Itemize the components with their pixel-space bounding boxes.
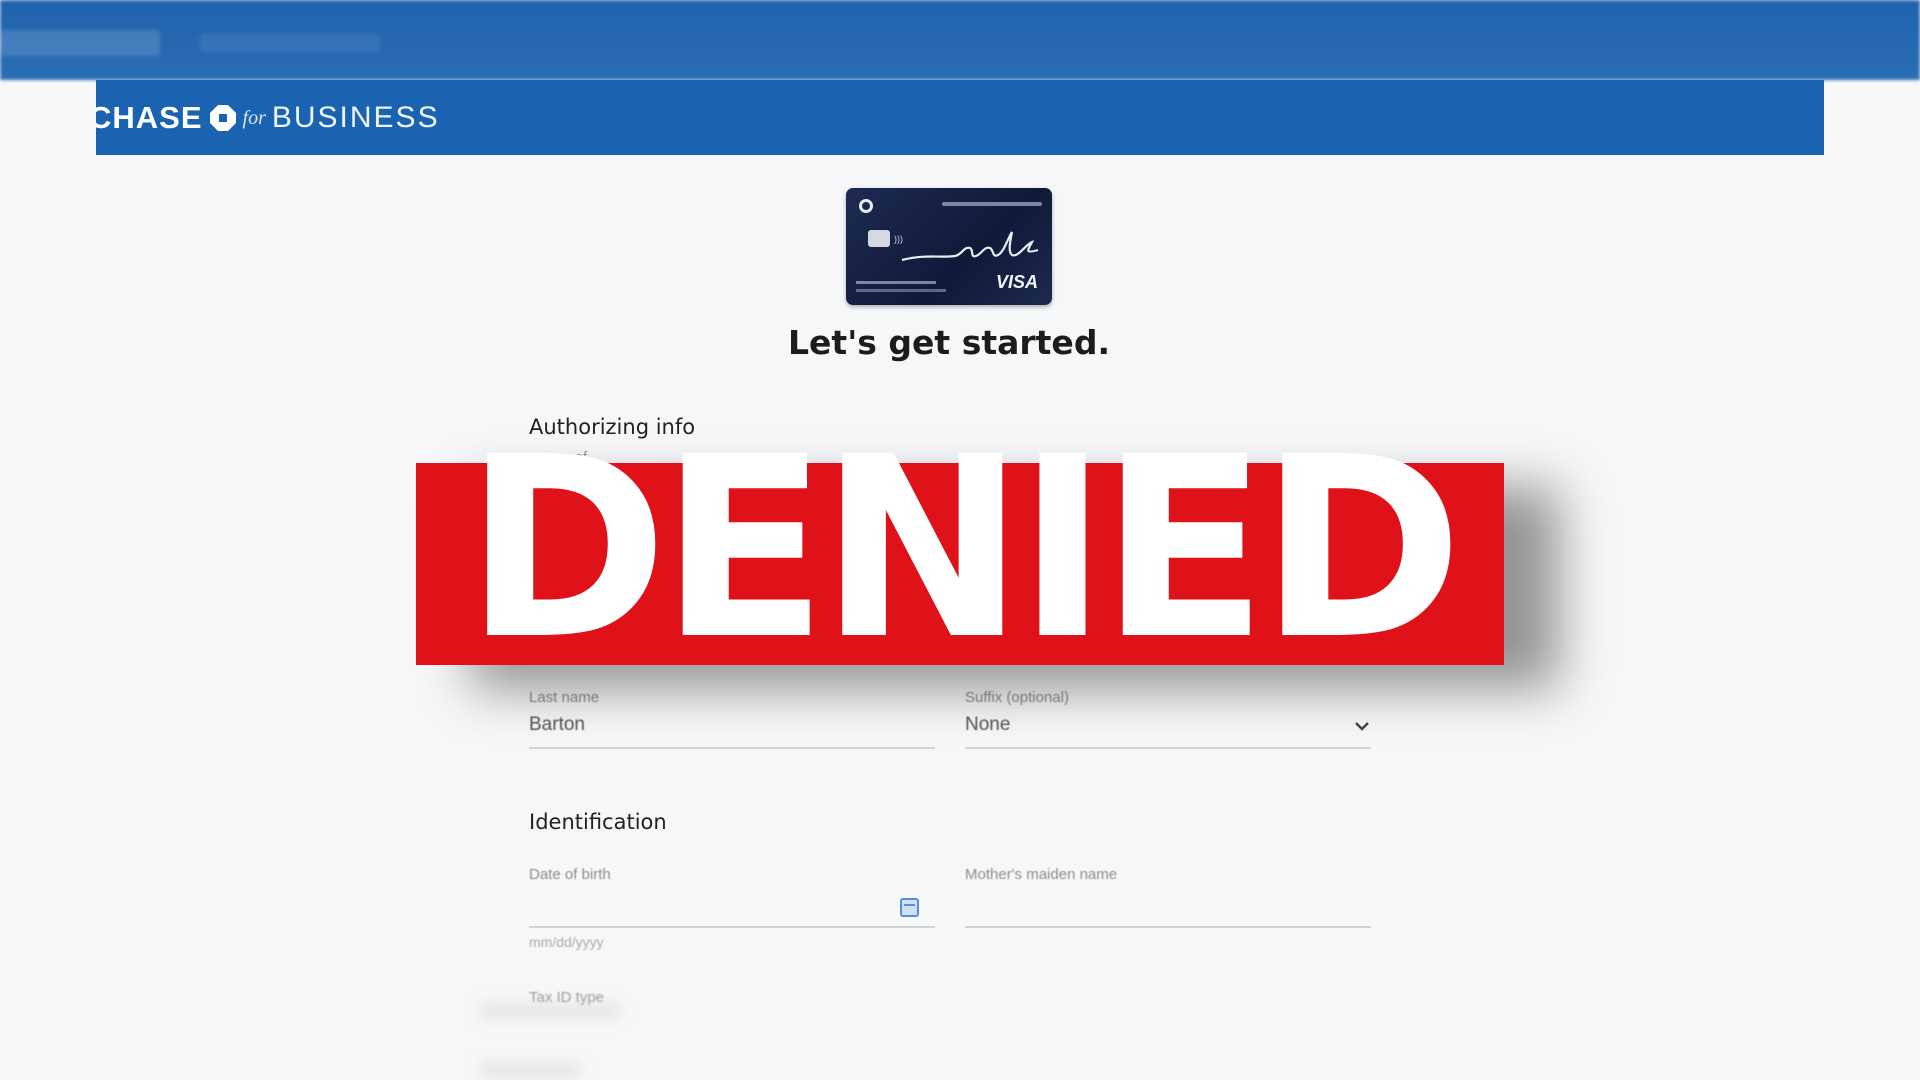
mothers-maiden-name-input[interactable]: [965, 926, 1371, 928]
blurred-field: [480, 1003, 620, 1019]
calendar-icon[interactable]: [900, 898, 919, 917]
date-of-birth-input[interactable]: [529, 926, 935, 928]
ink-script-icon: [901, 231, 1039, 262]
card-chip-icon: [868, 230, 890, 247]
date-of-birth-placeholder: mm/dd/yyyy: [529, 934, 604, 950]
browser-toolbar: [0, 0, 1920, 80]
chase-octagon-icon: [209, 105, 236, 131]
card-product-text: [942, 202, 1042, 206]
chase-for-business-logo[interactable]: CHASE for BUSINESS: [96, 100, 440, 136]
suffix-select[interactable]: None: [965, 714, 1010, 736]
visa-logo: VISA: [996, 272, 1039, 292]
page-title: Let's get started.: [788, 323, 1110, 362]
date-of-birth-label: Date of birth: [529, 866, 611, 883]
denied-stamp-text: DENIED: [464, 403, 1463, 694]
suffix-underline: [965, 747, 1371, 749]
site-header: CHASE for BUSINESS: [96, 80, 1824, 155]
browser-tab[interactable]: [0, 30, 160, 56]
mothers-maiden-name-label: Mother's maiden name: [965, 866, 1118, 883]
identification-heading: Identification: [529, 810, 667, 834]
last-name-underline: [529, 747, 935, 749]
logo-for-text: for: [242, 106, 266, 129]
denied-stamp-overlay: DENIED: [416, 419, 1504, 679]
card-logo-icon: [859, 199, 873, 213]
card-holder-text: [856, 281, 936, 284]
logo-chase-text: CHASE: [96, 100, 203, 135]
chevron-down-icon[interactable]: [1352, 716, 1372, 736]
logo-business-text: BUSINESS: [271, 101, 440, 134]
blurred-field: [480, 1062, 580, 1078]
ink-business-card-image: ))) VISA: [846, 188, 1052, 305]
last-name-input[interactable]: Barton: [529, 714, 585, 736]
browser-tab[interactable]: [200, 34, 380, 52]
card-holder-text: [856, 289, 946, 292]
